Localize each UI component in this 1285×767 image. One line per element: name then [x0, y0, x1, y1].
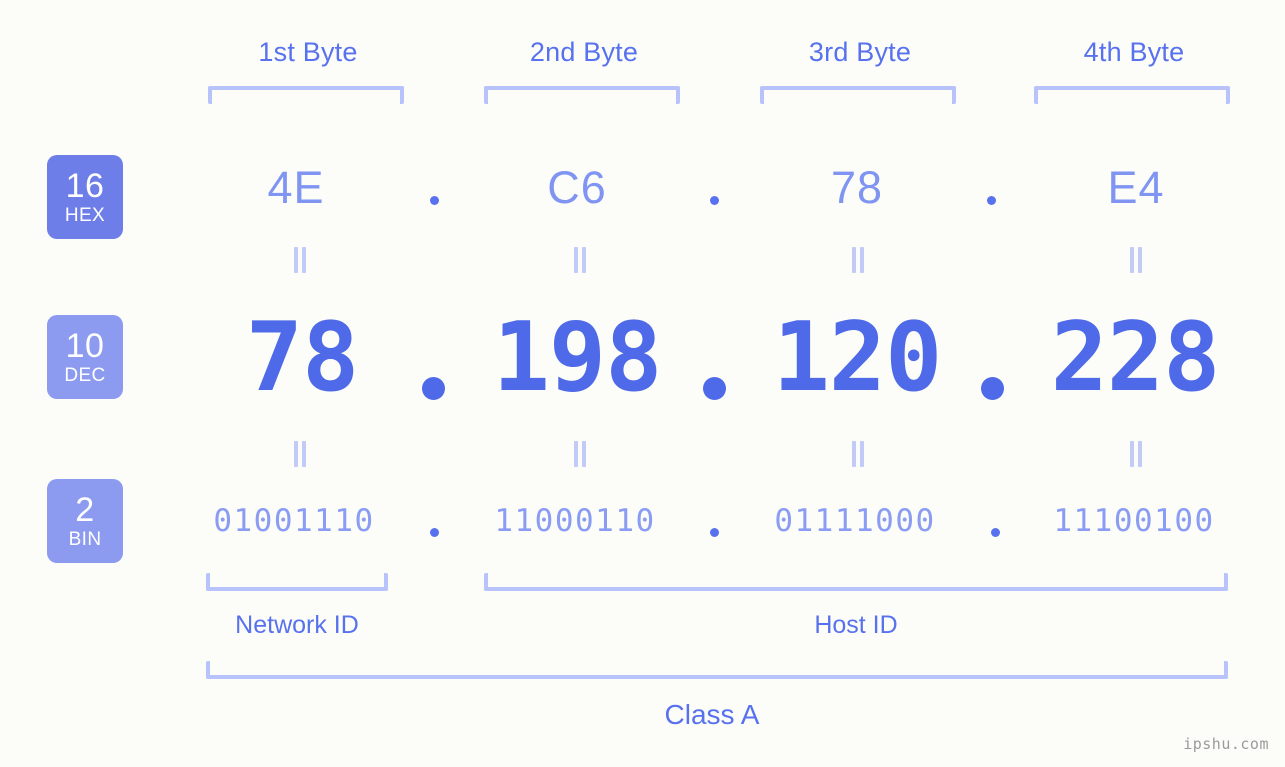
hex-byte-4: E4 [1038, 157, 1234, 219]
byte-header-3: 3rd Byte [762, 34, 958, 70]
dec-value: 120 [772, 302, 943, 413]
byte-header-4: 4th Byte [1036, 34, 1232, 70]
bin-byte-3: 01111000 [757, 497, 953, 545]
byte-header-1: 1st Byte [210, 34, 406, 70]
byte-header-label: 3rd Byte [808, 36, 912, 67]
dec-byte-4: 228 [1030, 303, 1240, 413]
bin-value: 01111000 [774, 503, 936, 539]
equals-marker-hex-dec-1 [292, 247, 308, 273]
dec-value: 228 [1050, 302, 1221, 413]
hex-value: E4 [1107, 162, 1165, 213]
dec-separator-dot-3 [981, 377, 1004, 400]
radix-badge-hex: 16 HEX [47, 155, 123, 239]
host-id-label: Host ID [814, 610, 898, 639]
bin-value: 11000110 [494, 503, 656, 539]
dec-separator-dot-2 [703, 377, 726, 400]
radix-name: BIN [68, 529, 102, 550]
equals-marker-dec-bin-2 [572, 441, 588, 467]
hex-value: 78 [830, 162, 884, 213]
byte-bracket-1 [208, 86, 404, 104]
watermark: ipshu.com [1183, 735, 1269, 753]
radix-badge-bin: 2 BIN [47, 479, 123, 563]
class-label-wrap: Class A [612, 696, 812, 734]
dec-separator-dot-1 [422, 377, 445, 400]
bin-separator-dot-2 [710, 528, 719, 537]
network-id-label: Network ID [235, 610, 359, 639]
hex-separator-dot-2 [710, 196, 719, 205]
bin-byte-2: 11000110 [477, 497, 673, 545]
hex-value: 4E [267, 162, 325, 213]
bin-byte-1: 01001110 [196, 497, 392, 545]
bin-value: 11100100 [1053, 503, 1215, 539]
radix-name: HEX [64, 205, 106, 226]
byte-header-2: 2nd Byte [486, 34, 682, 70]
byte-bracket-2 [484, 86, 680, 104]
bin-separator-dot-1 [430, 528, 439, 537]
byte-header-label: 4th Byte [1083, 36, 1185, 67]
equals-marker-hex-dec-2 [572, 247, 588, 273]
host-id-label-wrap: Host ID [756, 608, 956, 642]
radix-badge-dec: 10 DEC [47, 315, 123, 399]
bin-byte-4: 11100100 [1036, 497, 1232, 545]
bin-value: 01001110 [213, 503, 375, 539]
host-id-bracket [484, 573, 1228, 591]
network-id-label-wrap: Network ID [197, 608, 397, 642]
dec-value: 198 [492, 302, 663, 413]
hex-byte-3: 78 [759, 157, 955, 219]
dec-value: 78 [245, 302, 359, 413]
equals-marker-dec-bin-1 [292, 441, 308, 467]
dec-byte-1: 78 [204, 303, 400, 413]
equals-marker-dec-bin-4 [1128, 441, 1144, 467]
dec-byte-3: 120 [752, 303, 962, 413]
byte-bracket-4 [1034, 86, 1230, 104]
class-label: Class A [664, 699, 760, 730]
hex-separator-dot-1 [430, 196, 439, 205]
radix-number: 10 [65, 327, 105, 365]
network-id-bracket [206, 573, 388, 591]
class-bracket [206, 661, 1228, 679]
radix-number: 2 [75, 491, 95, 529]
hex-value: C6 [547, 162, 607, 213]
radix-name: DEC [64, 365, 106, 386]
equals-marker-hex-dec-3 [850, 247, 866, 273]
byte-header-label: 2nd Byte [529, 36, 639, 67]
ip-address-diagram: 1st Byte 2nd Byte 3rd Byte 4th Byte 16 H… [0, 0, 1285, 767]
hex-byte-1: 4E [198, 157, 394, 219]
dec-byte-2: 198 [472, 303, 682, 413]
equals-marker-dec-bin-3 [850, 441, 866, 467]
byte-bracket-3 [760, 86, 956, 104]
radix-number: 16 [65, 167, 105, 205]
hex-separator-dot-3 [987, 196, 996, 205]
byte-header-label: 1st Byte [258, 36, 358, 67]
equals-marker-hex-dec-4 [1128, 247, 1144, 273]
hex-byte-2: C6 [479, 157, 675, 219]
bin-separator-dot-3 [991, 528, 1000, 537]
